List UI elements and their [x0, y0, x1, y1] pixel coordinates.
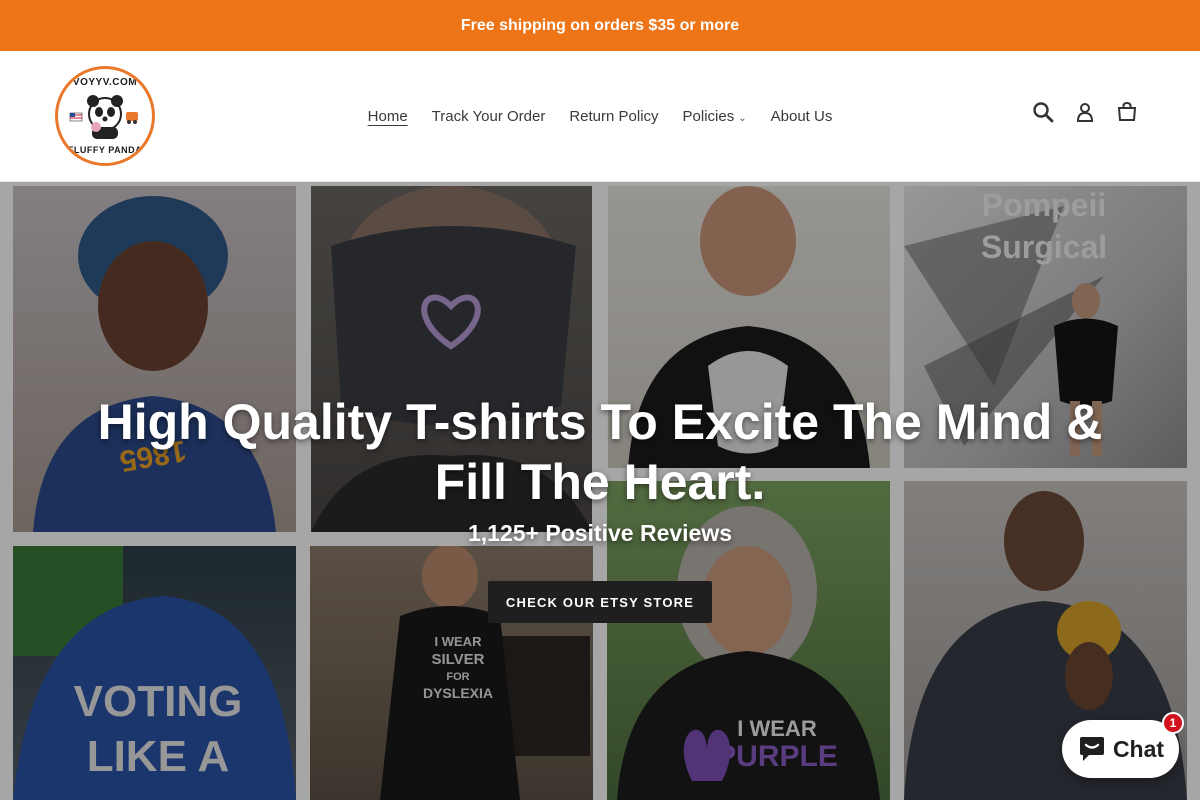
cart-icon[interactable] — [1116, 101, 1138, 123]
nav-policies-label: Policies — [682, 108, 735, 125]
chat-label: Chat — [1112, 735, 1165, 762]
chat-widget-button[interactable]: Chat — [1062, 720, 1179, 778]
main-navigation: Home Track Your Order Return Policy Poli… — [0, 51, 1200, 182]
chevron-down-icon: ⌄ — [738, 113, 747, 124]
search-icon[interactable] — [1032, 101, 1054, 123]
nav-about-us[interactable]: About Us — [771, 104, 833, 129]
nav-return-policy[interactable]: Return Policy — [569, 104, 658, 129]
nav-track-order[interactable]: Track Your Order — [432, 104, 546, 129]
hero-banner: 1865 Pompeii Surgical VOTING LIKE A I WE… — [0, 182, 1200, 800]
site-header: VOYYV.COM FLUFFY PANDA Home Track Your O… — [0, 51, 1200, 182]
announcement-bar: Free shipping on orders $35 or more — [0, 0, 1200, 51]
hero-subtitle: 1,125+ Positive Reviews — [467, 520, 733, 546]
chat-notification-badge: 1 — [1162, 712, 1184, 734]
announcement-text: Free shipping on orders $35 or more — [460, 16, 740, 34]
nav-policies[interactable]: Policies ⌄ — [683, 104, 747, 129]
etsy-store-button[interactable]: CHECK OUR ETSY STORE — [488, 581, 712, 623]
store-logo[interactable]: VOYYV.COM FLUFFY PANDA — [55, 66, 155, 166]
chat-bubble-icon — [1079, 737, 1104, 761]
logo-bottom-text: FLUFFY PANDA — [67, 145, 143, 155]
nav-home[interactable]: Home — [368, 104, 408, 129]
header-icons — [1032, 101, 1138, 123]
account-icon[interactable] — [1074, 101, 1096, 123]
hero-title: High Quality T-shirts To Excite The Mind… — [97, 394, 1103, 510]
